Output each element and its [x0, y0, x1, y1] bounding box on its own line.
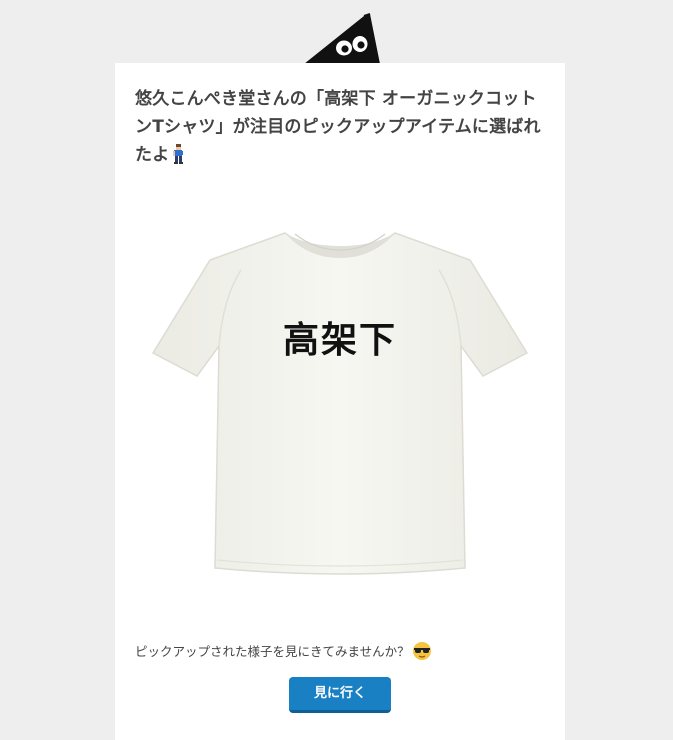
- notification-card: 悠久こんぺき堂さんの「高架下 オーガニックコットンTシャツ」が注目のピックアップ…: [115, 63, 565, 740]
- caption-text: ピックアップされた様子を見にきてみませんか？: [135, 644, 410, 659]
- cool-sunglasses-face-icon: [412, 642, 431, 660]
- view-button[interactable]: 見に行く: [289, 677, 391, 713]
- caption: ピックアップされた様子を見にきてみませんか？: [135, 641, 555, 661]
- person-walking-icon: [173, 144, 184, 164]
- t-shirt-body: [151, 232, 529, 575]
- shirt-print-text: 高架下: [283, 320, 397, 361]
- product-image[interactable]: 高架下: [115, 188, 565, 638]
- headline-text: 悠久こんぺき堂さんの「高架下 オーガニックコットンTシャツ」が注目のピックアップ…: [135, 89, 541, 165]
- mascot-icon: [304, 13, 380, 64]
- headline: 悠久こんぺき堂さんの「高架下 オーガニックコットンTシャツ」が注目のピックアップ…: [135, 85, 551, 169]
